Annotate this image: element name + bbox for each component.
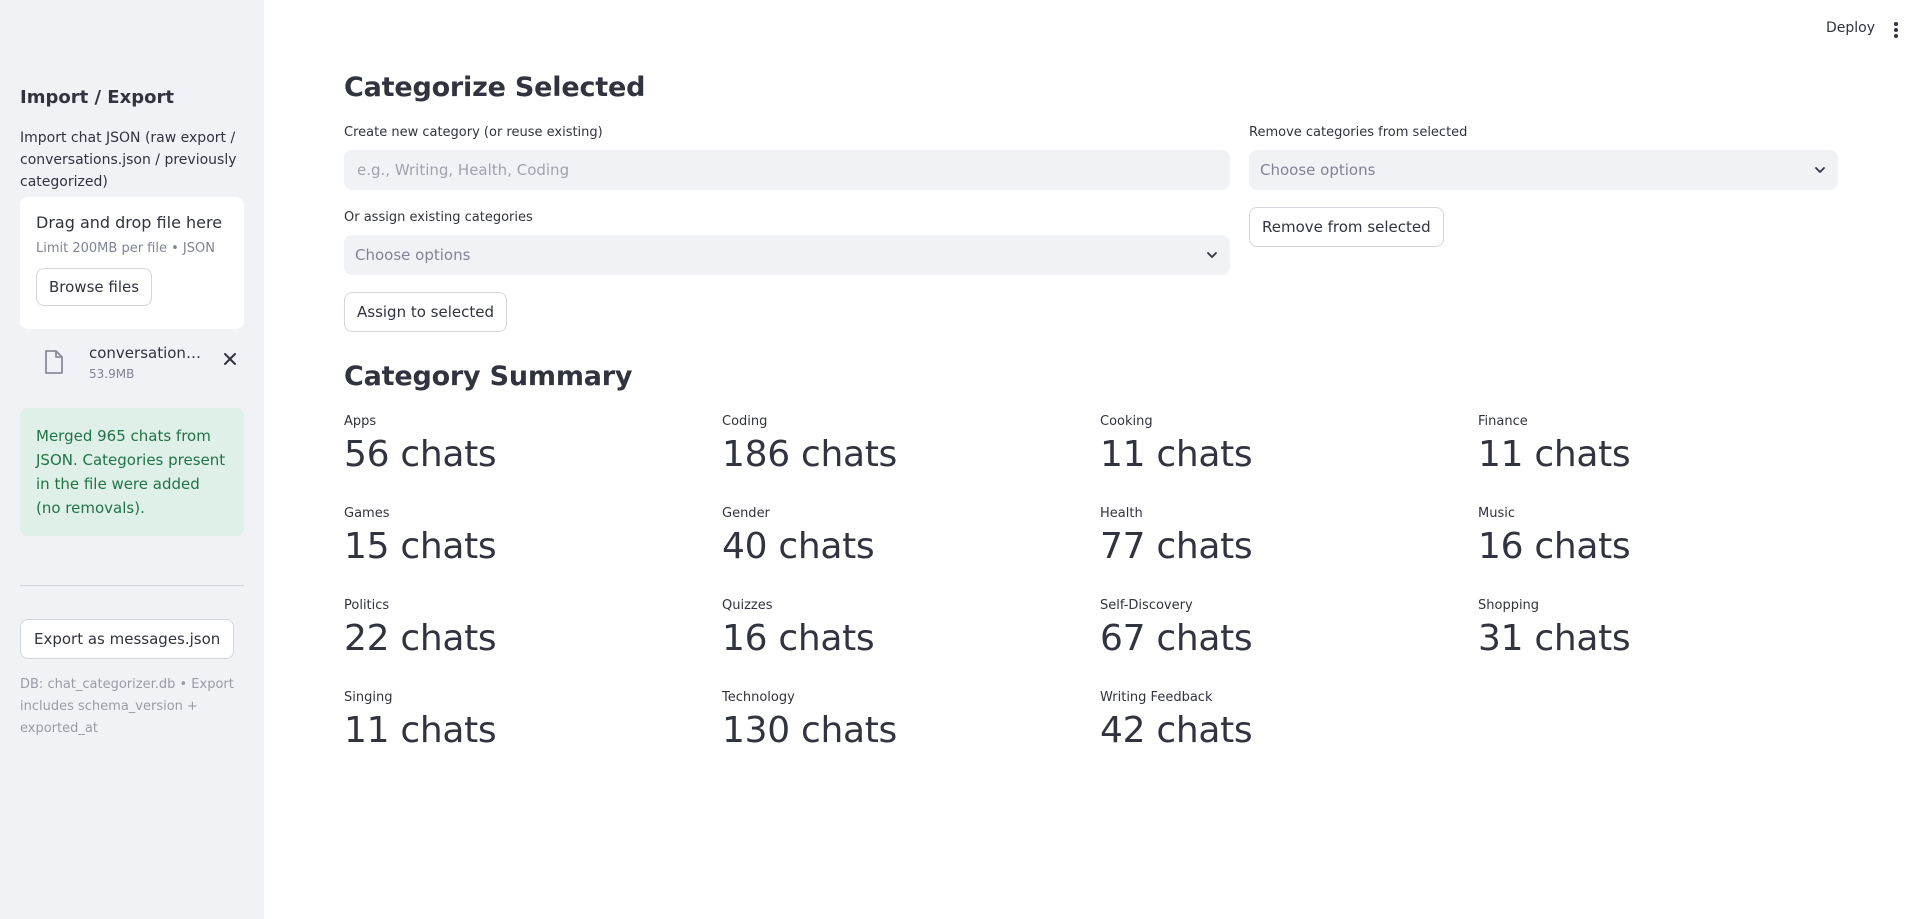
assign-categories-label: Or assign existing categories [344,210,533,225]
metric-value: 77 chats [1100,526,1253,567]
metric-value: 186 chats [722,434,897,475]
remove-categories-placeholder: Choose options [1260,161,1376,179]
remove-categories-label: Remove categories from selected [1249,125,1468,140]
metric-shopping: Shopping 31 chats [1478,598,1838,659]
export-button[interactable]: Export as messages.json [20,619,235,659]
metric-value: 11 chats [1478,434,1631,475]
file-size: 53.9MB [89,367,135,381]
metric-value: 15 chats [344,526,497,567]
metric-value: 31 chats [1478,618,1631,659]
metric-finance: Finance 11 chats [1478,414,1838,475]
chevron-down-icon [1815,167,1825,173]
metric-label: Cooking [1100,414,1153,429]
metric-value: 40 chats [722,526,875,567]
file-name: conversations.json [89,344,207,362]
remove-file-icon[interactable] [219,348,241,370]
metric-games: Games 15 chats [344,506,704,567]
upload-label: Import chat JSON (raw export / conversat… [20,130,237,190]
metric-quizzes: Quizzes 16 chats [722,598,1082,659]
metric-label: Self-Discovery [1100,598,1193,613]
metric-value: 16 chats [1478,526,1631,567]
metric-label: Technology [722,690,795,705]
db-caption: DB: chat_categorizer.db • Export include… [20,677,234,736]
metric-label: Health [1100,506,1143,521]
file-icon [44,350,64,378]
metric-value: 16 chats [722,618,875,659]
metric-value: 67 chats [1100,618,1253,659]
categorize-title: Categorize Selected [344,72,646,103]
dropzone-limit: Limit 200MB per file • JSON [36,241,215,256]
metric-label: Games [344,506,390,521]
metric-self-discovery: Self-Discovery 67 chats [1100,598,1460,659]
metric-writing-feedback: Writing Feedback 42 chats [1100,690,1460,751]
metric-label: Music [1478,506,1515,521]
metric-cooking: Cooking 11 chats [1100,414,1460,475]
metric-value: 56 chats [344,434,497,475]
metric-apps: Apps 56 chats [344,414,704,475]
metric-label: Politics [344,598,390,613]
metric-singing: Singing 11 chats [344,690,704,751]
metric-label: Apps [344,414,377,429]
sidebar-heading: Import / Export [20,87,174,108]
success-alert: Merged 965 chats from JSON. Categories p… [20,408,244,536]
sidebar-divider [20,585,244,586]
metric-label: Gender [722,506,770,521]
metric-coding: Coding 186 chats [722,414,1082,475]
metric-technology: Technology 130 chats [722,690,1082,751]
assign-to-selected-button[interactable]: Assign to selected [344,292,507,332]
metric-label: Singing [344,690,393,705]
uploaded-file: conversations.json 53.9MB [20,340,246,384]
metric-label: Coding [722,414,768,429]
remove-from-selected-button[interactable]: Remove from selected [1249,207,1444,247]
file-dropzone[interactable]: Drag and drop file here Limit 200MB per … [20,197,244,329]
metric-music: Music 16 chats [1478,506,1838,567]
browse-files-button[interactable]: Browse files [36,268,153,306]
metric-label: Writing Feedback [1100,690,1213,705]
metric-value: 42 chats [1100,710,1253,751]
dropzone-title: Drag and drop file here [36,213,223,232]
assign-categories-select[interactable]: Choose options [344,235,1230,275]
new-category-label: Create new category (or reuse existing) [344,125,603,140]
metric-value: 11 chats [344,710,497,751]
metric-gender: Gender 40 chats [722,506,1082,567]
summary-title: Category Summary [344,361,633,392]
chevron-down-icon [1207,252,1217,258]
metric-value: 130 chats [722,710,897,751]
deploy-button[interactable]: Deploy [1826,20,1875,36]
metric-value: 22 chats [344,618,497,659]
metric-value: 11 chats [1100,434,1253,475]
metric-label: Quizzes [722,598,773,613]
new-category-input[interactable]: e.g., Writing, Health, Coding [344,150,1230,190]
main-menu-icon[interactable] [1892,20,1900,44]
sidebar: Import / Export Import chat JSON (raw ex… [0,0,264,919]
metric-politics: Politics 22 chats [344,598,704,659]
remove-categories-select[interactable]: Choose options [1249,150,1838,190]
metric-label: Finance [1478,414,1528,429]
metric-health: Health 77 chats [1100,506,1460,567]
metric-label: Shopping [1478,598,1540,613]
assign-categories-placeholder: Choose options [355,246,471,264]
